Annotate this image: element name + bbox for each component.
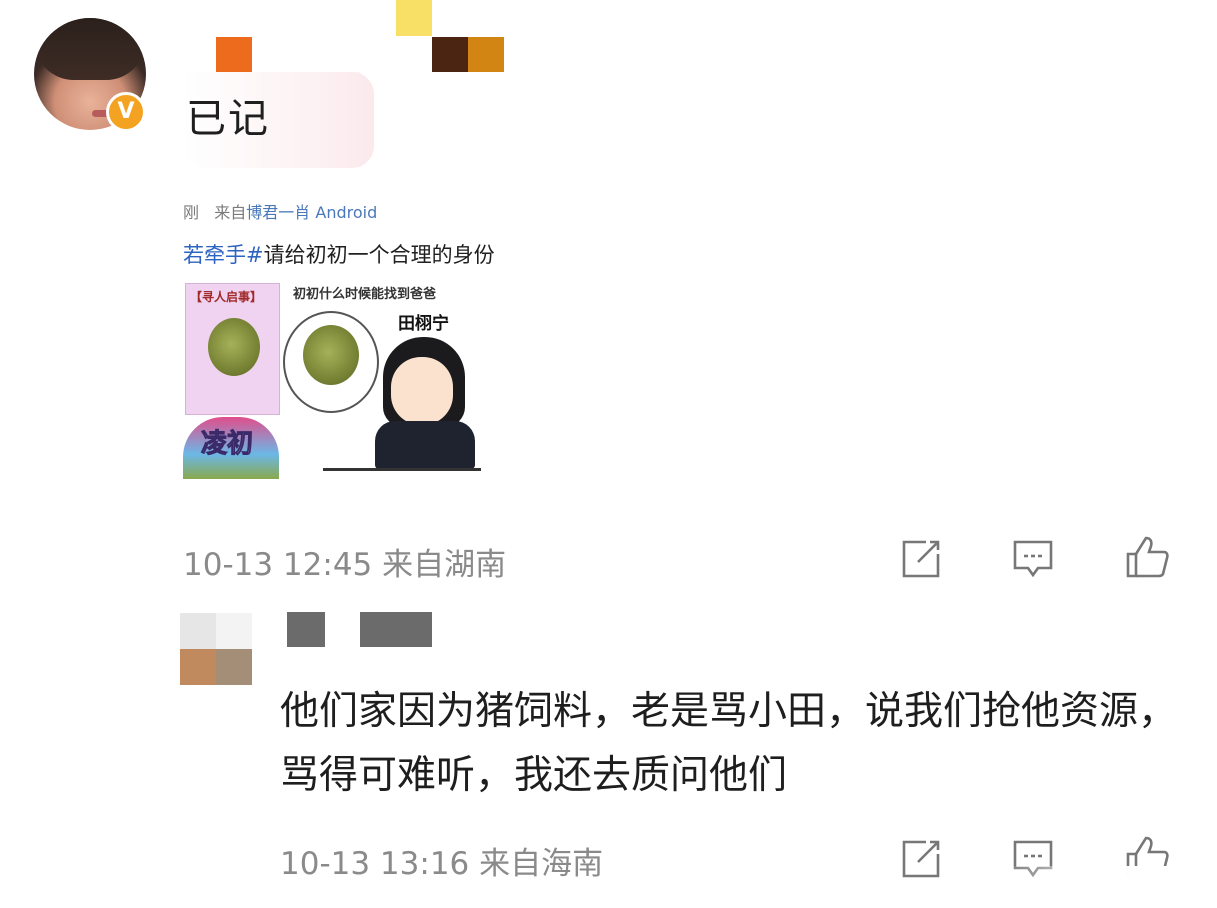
poster-header: 【寻人启事】 (190, 290, 263, 304)
reply-footer: 10-13 13:16 来自海南 (280, 838, 603, 883)
comment-timestamp: 10-13 12:45 (183, 547, 373, 583)
quoted-body: 请给初初一个合理的身份 (263, 243, 495, 267)
comment-footer: 10-13 12:45 来自湖南 (183, 539, 506, 584)
quoted-source[interactable]: 博君一肖 Android (246, 203, 377, 222)
quoted-hashtag[interactable]: 若牵手# (183, 243, 264, 267)
lingchu-sticker: 凌初 (183, 417, 279, 479)
reply-username-censor (287, 612, 325, 647)
quoted-source-prefix: 来自 (214, 203, 247, 222)
bottom-fade-overlay (1000, 866, 1217, 908)
quoted-time: 刚 (183, 203, 200, 222)
comment-icon[interactable] (1010, 536, 1056, 582)
reply-timestamp: 10-13 13:16 (280, 846, 470, 882)
share-icon[interactable] (898, 836, 944, 882)
quoted-post-text: 若牵手#请给初初一个合理的身份 (183, 239, 495, 269)
missing-poster: 【寻人启事】 (185, 283, 280, 415)
thought-bubble (283, 311, 379, 413)
reply-location: 来自海南 (479, 846, 604, 882)
reply-username-censor (360, 612, 432, 647)
quoted-post-meta: 刚 来自博君一肖 Android (183, 199, 377, 223)
comment-text: 已记 (186, 96, 270, 142)
quoted-post-image[interactable]: 【寻人启事】 初初什么时候能找到爸爸 田栩宁 凌初 ◎ (183, 281, 481, 481)
image-name-label: 田栩宁 (398, 314, 449, 334)
image-caption: 初初什么时候能找到爸爸 (293, 287, 437, 302)
share-icon[interactable] (898, 536, 944, 582)
comment-location: 来自湖南 (382, 547, 507, 583)
sticker-label: 凌初 (200, 429, 254, 460)
reply-avatar[interactable] (180, 613, 254, 685)
verified-badge-icon: V (106, 92, 146, 132)
reply-text: 他们家因为猪饲料，老是骂小田，说我们抢他资源，骂得可难听，我还去质问他们 (280, 689, 1178, 798)
like-icon[interactable] (1124, 534, 1170, 580)
